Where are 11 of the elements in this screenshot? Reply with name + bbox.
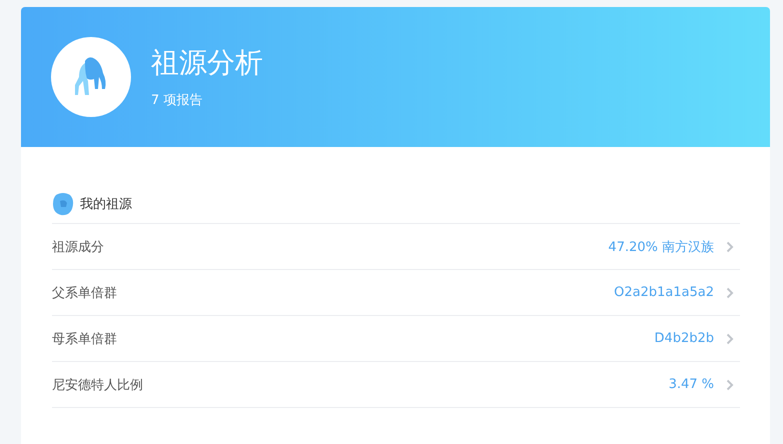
chevron-right-icon	[726, 240, 734, 252]
report-count: 7 项报告	[151, 92, 204, 109]
chevron-right-icon	[726, 286, 734, 298]
page-title: 祖源分析	[151, 45, 263, 81]
report-row[interactable]: 父系单倍群 O2a2b1a1a5a2	[52, 270, 740, 316]
chevron-right-icon	[726, 378, 734, 390]
report-row[interactable]: 母系单倍群 D4b2b2b	[52, 316, 740, 362]
report-row[interactable]: 祖源成分 47.20% 南方汉族	[52, 224, 740, 270]
chevron-right-icon	[726, 332, 734, 344]
report-row[interactable]: 尼安德特人比例 3.47 %	[52, 362, 740, 408]
section-title: 我的祖源	[80, 196, 132, 213]
